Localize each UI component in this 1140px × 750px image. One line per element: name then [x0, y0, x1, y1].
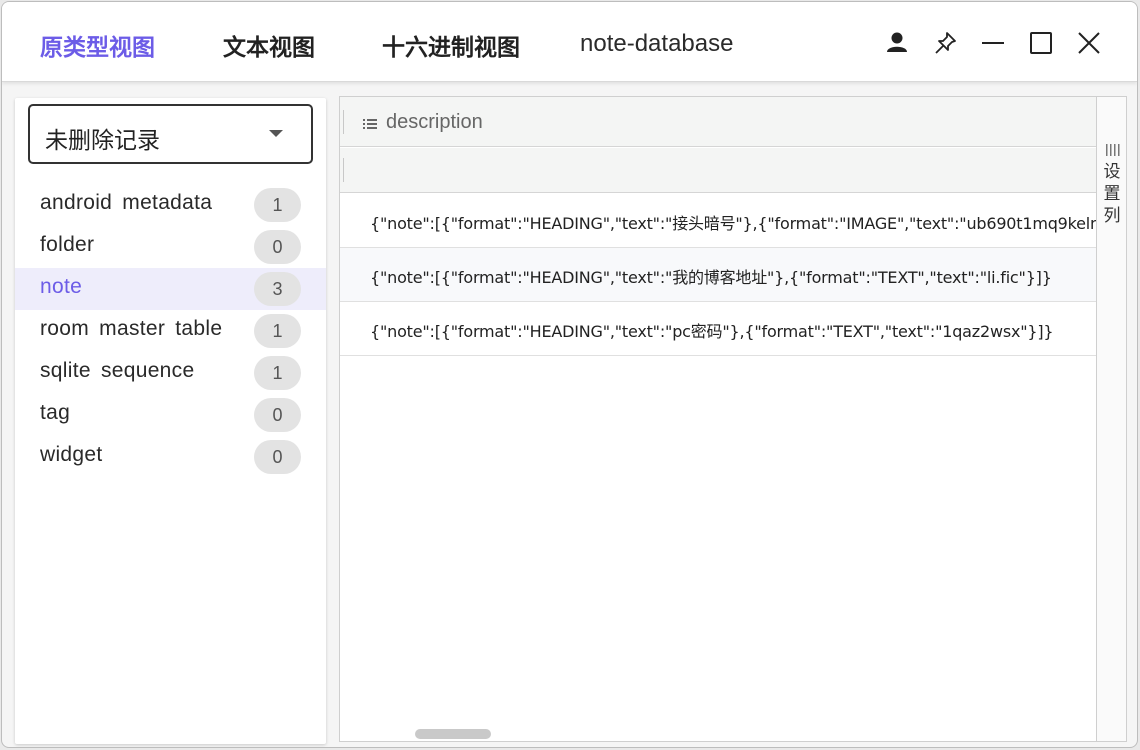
- data-grid: description {"note":[{"format":"HEADING"…: [340, 97, 1096, 741]
- close-icon[interactable]: [1075, 28, 1103, 58]
- count-badge: 0: [254, 230, 301, 264]
- minimize-icon[interactable]: [979, 28, 1007, 58]
- pin-icon[interactable]: [931, 28, 959, 58]
- maximize-icon[interactable]: [1027, 28, 1055, 58]
- column-filter-row[interactable]: [340, 148, 1096, 193]
- table-row[interactable]: {"note":[{"format":"HEADING","text":"我的博…: [340, 248, 1096, 302]
- table-item-widget[interactable]: widget 0: [15, 436, 326, 478]
- chevron-down-icon: [269, 130, 283, 137]
- table-name: note: [40, 275, 83, 298]
- tab-text-view[interactable]: 文本视图: [223, 28, 315, 62]
- column-header-description[interactable]: description: [386, 111, 483, 134]
- cell-description: {"note":[{"format":"HEADING","text":"pc密…: [370, 322, 1054, 341]
- table-name: sqlite sequence: [40, 359, 195, 382]
- count-badge: 0: [254, 440, 301, 474]
- data-grid-panel: description {"note":[{"format":"HEADING"…: [339, 96, 1127, 742]
- table-item-note[interactable]: note 3: [15, 268, 326, 310]
- table-name: tag: [40, 401, 71, 424]
- count-badge: 1: [254, 356, 301, 390]
- table-item-room-master-table[interactable]: room master table 1: [15, 310, 326, 352]
- table-row[interactable]: {"note":[{"format":"HEADING","text":"pc密…: [340, 302, 1096, 356]
- table-name: folder: [40, 233, 95, 256]
- table-item-android-metadata[interactable]: android metadata 1: [15, 184, 326, 226]
- table-name: widget: [40, 443, 103, 466]
- table-item-sqlite-sequence[interactable]: sqlite sequence 1: [15, 352, 326, 394]
- cell-description: {"note":[{"format":"HEADING","text":"接头暗…: [370, 214, 1096, 233]
- tab-raw-type-view[interactable]: 原类型视图: [40, 28, 155, 62]
- columns-icon: [1105, 143, 1121, 156]
- column-separator: [343, 110, 344, 134]
- tab-hex-view[interactable]: 十六进制视图: [382, 28, 520, 62]
- title-bar: 原类型视图 文本视图 十六进制视图 note-database: [2, 2, 1137, 82]
- table-name: android metadata: [40, 191, 213, 214]
- table-row[interactable]: {"note":[{"format":"HEADING","text":"接头暗…: [340, 194, 1096, 248]
- count-badge: 1: [254, 314, 301, 348]
- user-icon[interactable]: [883, 28, 911, 58]
- table-list: android metadata 1 folder 0 note 3 room …: [15, 184, 326, 478]
- table-item-folder[interactable]: folder 0: [15, 226, 326, 268]
- grid-rows: {"note":[{"format":"HEADING","text":"接头暗…: [340, 194, 1096, 356]
- app-window: 原类型视图 文本视图 十六进制视图 note-database 未删除记录 an…: [1, 1, 1138, 748]
- record-filter-value: 未删除记录: [45, 128, 160, 154]
- table-name: room master table: [40, 317, 223, 340]
- table-list-panel: 未删除记录 android metadata 1 folder 0 note 3…: [15, 98, 326, 744]
- table-item-tag[interactable]: tag 0: [15, 394, 326, 436]
- count-badge: 0: [254, 398, 301, 432]
- cell-description: {"note":[{"format":"HEADING","text":"我的博…: [370, 268, 1052, 287]
- column-separator: [343, 158, 344, 182]
- column-settings-label: 设置列: [1103, 162, 1121, 226]
- record-filter-select[interactable]: 未删除记录: [28, 104, 313, 164]
- count-badge: 1: [254, 188, 301, 222]
- horizontal-scrollbar-thumb[interactable]: [415, 729, 491, 739]
- column-settings-tab[interactable]: 设置列: [1096, 97, 1126, 741]
- grid-header: description: [340, 97, 1096, 147]
- count-badge: 3: [254, 272, 301, 306]
- list-icon: [363, 117, 377, 129]
- database-name: note-database: [580, 30, 734, 57]
